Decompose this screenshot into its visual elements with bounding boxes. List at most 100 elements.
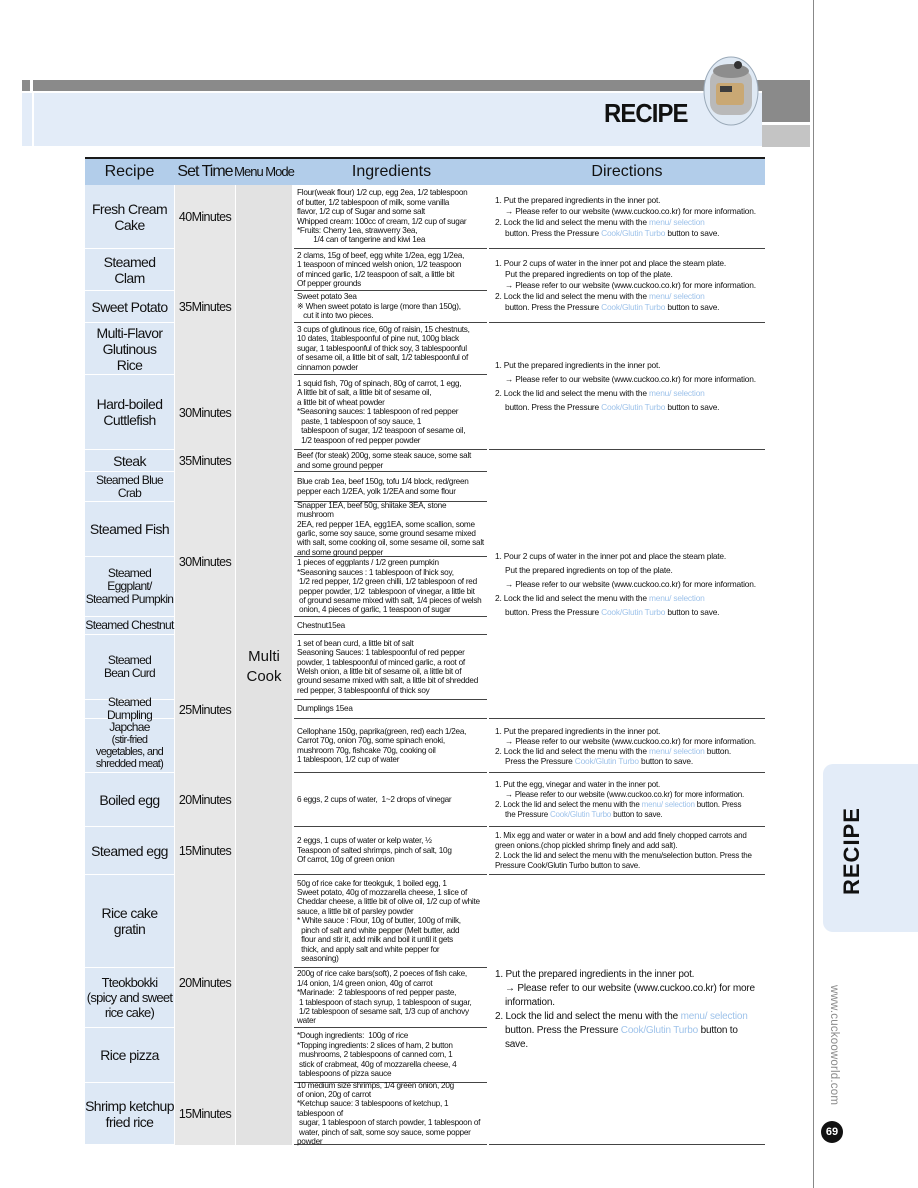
direction-step: 1. Put the prepared ingredients in the i… <box>495 968 695 980</box>
direction-step: 1. Put the prepared ingredients in the i… <box>495 360 661 370</box>
cook-turbo-button-ref: Cook/Glutin Turbo <box>620 1024 698 1036</box>
direction-note: → Please refer to our website (www.cucko… <box>505 374 756 384</box>
ingredient-line: sugar, 1 tablespoonful of thick soy, 3 t… <box>297 343 467 353</box>
ingredients-cell: 1 pieces of eggplants / 1/2 green pumpki… <box>294 557 487 617</box>
ingredient-line: 1 teaspoon of minced welsh onion, 1/2 te… <box>297 260 462 270</box>
header-menu-mode: Menu Mode <box>234 164 295 179</box>
ingredient-line: Of pepper grounds <box>297 278 362 288</box>
ingredient-line: Sweet potato 3ea <box>297 292 357 302</box>
menu-mode-line: Multi <box>248 648 280 665</box>
ingredient-line: *Ketchup sauce: 3 tablespoons of ketchup… <box>297 1099 451 1118</box>
set-time: 35Minutes <box>178 454 232 468</box>
ingredient-line: thick, and apply salt and white pepper f… <box>297 944 440 954</box>
ingredient-line: 1 squid fish, 70g of spinach, 80g of car… <box>297 379 462 389</box>
ingredient-line: 200g of rice cake bars(soft), 2 poeces o… <box>297 969 467 979</box>
set-time: 30Minutes <box>178 405 232 420</box>
direction-note: → Please refer to our website (www.cucko… <box>505 205 756 216</box>
ingredients-cell: Blue crab 1ea, beef 150g, tofu 1/4 block… <box>294 472 487 502</box>
header-notch <box>30 80 33 91</box>
menu-mode-line: Cook <box>246 668 282 685</box>
recipe-name: Boiled egg <box>85 773 174 827</box>
ingredient-line: mushrooms, 2 tablespoons of canned corn,… <box>297 1050 453 1060</box>
ingredient-line: mushroom 70g, fishcake 70g, cooking oil <box>297 745 436 755</box>
ingredient-line: and some ground pepper <box>297 547 383 557</box>
recipe-name-line: Cuttlefish <box>103 412 156 428</box>
ingredient-line: Whipped cream: 100cc of cream, 1/2 cup o… <box>297 216 467 226</box>
cook-turbo-button-ref: Cook/Glutin Turbo <box>601 402 666 412</box>
ingredient-line: of ground sesame mixed with salt, 1/4 pi… <box>297 595 482 605</box>
recipe-name-line: gratin <box>113 921 146 937</box>
menu-selection-button-ref: menu/ selection <box>648 593 705 603</box>
recipe-name: Steamed Bean Curd <box>85 635 174 700</box>
recipe-name: Rice pizza <box>85 1028 174 1083</box>
direction-text: button. Press the Pressure <box>505 227 599 238</box>
direction-step: 2. Lock the lid and select the menu with… <box>495 216 647 227</box>
recipe-name: Steamed Clam <box>85 249 174 291</box>
page-number: 69 <box>821 1121 843 1143</box>
direction-step: 2. Lock the lid and select the menu with… <box>495 388 647 398</box>
direction-text: button. Press the Pressure <box>505 302 599 312</box>
cook-turbo-button-ref: Cook/Glutin Turbo <box>574 755 639 766</box>
ingredient-line: 3 cups of glutinous rice, 60g of raisin,… <box>297 324 470 334</box>
recipe-name-line: Steamed <box>103 253 156 270</box>
recipe-name-line: Rice <box>116 356 143 373</box>
set-time: 40Minutes <box>178 210 232 224</box>
set-time: 25Minutes <box>178 702 232 717</box>
header-bar-right <box>762 80 810 122</box>
recipe-name-line: Shrimp ketchup <box>85 1097 174 1114</box>
ingredient-line: *Fruits: Cherry 1ea, strawverry 3ea, <box>297 225 418 235</box>
ingredients-cell: Cellophane 150g, paprika(green, red) eac… <box>294 719 487 773</box>
recipe-name-line: Tteokbokki <box>101 975 159 990</box>
ingredient-line: Snapper 1EA, beef 50g, shiitake 3EA, sto… <box>297 500 449 520</box>
recipe-name-line: Multi-Flavor <box>96 324 164 341</box>
ingredient-line: of minced garlic, 1/2 teaspoon of salt, … <box>297 269 455 279</box>
ingredient-line: 1/4 can of tangerine and kiwi 1ea <box>297 235 426 245</box>
recipe-name: Rice cake gratin <box>85 875 174 968</box>
ingredient-line: 1/2 tablespoon of sesame salt, 1/3 cup o… <box>297 1006 471 1026</box>
column-divider <box>174 185 175 1145</box>
ingredients-cell: Snapper 1EA, beef 50g, shiitake 3EA, sto… <box>294 500 487 557</box>
ingredients-cell: Flour(weak flour) 1/2 cup, egg 2ea, 1/2 … <box>294 185 487 249</box>
ingredient-line: * White sauce : Flour, 10g of butter, 10… <box>297 916 461 926</box>
header-set-time: Set Time <box>177 163 233 180</box>
recipe-name-line: Steamed Chestnut <box>85 618 174 632</box>
recipe-name: Steamed Eggplant/Steamed Pumpkin <box>85 557 174 617</box>
ingredients-cell: 2 clams, 15g of beef, egg white 1/2ea, e… <box>294 249 487 291</box>
ingredient-line: Carrot 70g, onion 70g, some spinach enok… <box>297 736 445 746</box>
recipe-name: Japchae (stir-fried vegetables, and shredde… <box>85 719 174 773</box>
recipe-table: Recipe Set Time Menu Mode Ingredients Di… <box>85 157 765 1146</box>
ingredient-line: tablespoons of pizza sauce <box>297 1069 392 1079</box>
directions-cell: 1. Put the prepared ingredients in the i… <box>489 185 765 249</box>
ingredient-line: and some ground pepper <box>297 460 383 470</box>
ingredient-line: of butter, 1/2 tablespoon of milk, some … <box>297 197 450 207</box>
direction-text: button. Press the Pressure <box>505 607 599 617</box>
section-tab <box>823 764 918 932</box>
set-time: 20Minutes <box>178 976 232 990</box>
recipe-name: Tteokbokki (spicy and sweet rice cake) <box>85 968 174 1028</box>
ingredient-line: Cheddar cheese, a little bit of olive oi… <box>297 897 480 907</box>
ingredient-line: of onion, 20g of carrot <box>297 1089 371 1099</box>
recipe-name: Fresh Cream Cake <box>85 185 174 249</box>
ingredient-line: Blue crab 1ea, beef 150g, tofu 1/4 block… <box>297 477 469 487</box>
ingredient-line: *Marinade: 2 tablespoons of red pepper p… <box>297 988 457 998</box>
recipe-name-line: Sweet Potato <box>91 298 168 315</box>
ingredient-line: Sweet potato, 40g of mozzarella cheese, … <box>297 888 468 898</box>
ingredient-line: 1 tablespoon, 1/2 cup of water <box>297 754 400 764</box>
direction-note: → Please refer to our website (www.cucko… <box>505 735 756 746</box>
recipe-name-line: Eggplant/ <box>107 579 152 593</box>
time-column-bg <box>175 185 235 1145</box>
ingredient-line: Flour(weak flour) 1/2 cup, egg 2ea, 1/2 … <box>297 188 468 198</box>
directions-cell: 1. Put the prepared ingredients in the i… <box>489 875 765 1145</box>
ingredients-cell: Beef (for steak) 200g, some steak sauce,… <box>294 450 487 472</box>
direction-step: 1. Pour 2 cups of water in the inner pot… <box>495 258 727 268</box>
directions-cell: 1. Mix egg and water or water in a bowl … <box>489 827 765 875</box>
ingredient-line: with salt, some cooking oil, some sesame… <box>297 538 484 548</box>
set-time: 30Minutes <box>178 555 232 569</box>
header-ingredients: Ingredients <box>351 163 432 180</box>
ingredient-line: paste, 1 tablespoon of soy sauce, 1 <box>297 416 422 426</box>
recipe-name-line: Steamed Pumpkin <box>85 592 174 606</box>
set-time: 20Minutes <box>178 793 232 807</box>
website-footer: www.cuckooworld.com <box>826 985 840 1113</box>
direction-text: button to save. <box>641 755 693 766</box>
recipe-name-line: Steamed Fish <box>89 521 170 537</box>
